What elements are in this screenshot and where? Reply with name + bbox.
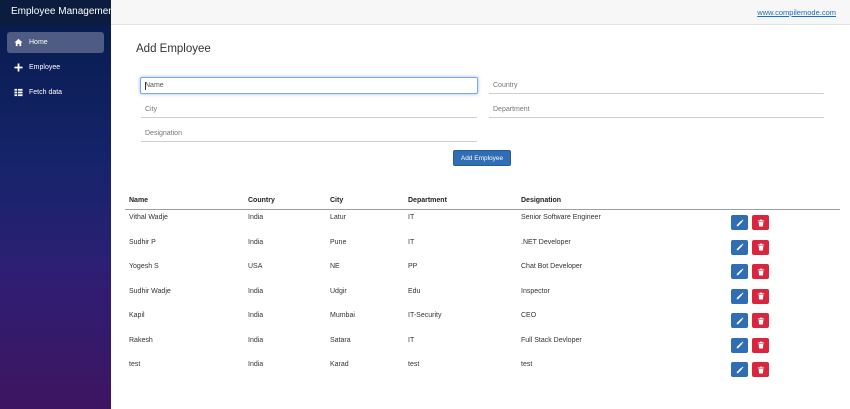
employee-table: Name Country City Department Designation… — [125, 195, 840, 382]
table-row: Kapil India Mumbai IT-Security CEO — [125, 308, 840, 333]
trash-icon — [757, 341, 764, 349]
pencil-icon — [736, 219, 743, 226]
edit-button[interactable] — [731, 362, 748, 377]
cell-designation: Full Stack Devloper — [521, 336, 582, 344]
site-link[interactable]: www.compilemode.com — [757, 8, 836, 17]
cell-name: Vithal Wadje — [129, 214, 168, 221]
table-row: Sudhir P India Pune IT .NET Developer — [125, 235, 840, 260]
cell-department: IT — [408, 336, 415, 344]
trash-icon — [757, 219, 764, 226]
cell-designation: Inspector — [521, 287, 550, 295]
cell-name: Kapil — [129, 312, 145, 319]
sidebar-item-label: Employee — [29, 64, 61, 71]
delete-button[interactable] — [752, 288, 769, 304]
country-input[interactable]: Country — [488, 77, 825, 94]
plus-icon — [13, 63, 23, 73]
table-body: Vithal Wadje India Latur IT Senior Softw… — [125, 210, 840, 382]
table-row: Vithal Wadje India Latur IT Senior Softw… — [125, 210, 840, 235]
header-city: City — [330, 197, 344, 204]
edit-button[interactable] — [731, 288, 748, 304]
cell-name: Rakesh — [129, 336, 153, 344]
cell-designation: .NET Developer — [521, 238, 571, 246]
cell-city: Mumbai — [330, 312, 355, 319]
cell-country: India — [248, 312, 264, 319]
sidebar: Employee Management Home Employee Fetch … — [0, 0, 117, 409]
pencil-icon — [736, 317, 743, 324]
name-input[interactable]: Name — [140, 77, 478, 94]
designation-input[interactable]: Designation — [140, 125, 478, 142]
sidebar-nav: Home Employee Fetch data — [0, 32, 111, 103]
cell-department: IT — [408, 238, 415, 246]
header-country: Country — [248, 197, 275, 204]
cell-country: India — [248, 238, 264, 246]
cell-designation: CEO — [521, 312, 537, 319]
header-name: Name — [129, 197, 149, 204]
sidebar-item-home[interactable]: Home — [7, 32, 104, 53]
sidebar-item-label: Fetch data — [29, 89, 63, 96]
city-input[interactable]: City — [140, 101, 478, 118]
cell-name: test — [129, 361, 141, 368]
cell-department: IT — [408, 214, 415, 221]
sidebar-item-fetch-data[interactable]: Fetch data — [7, 82, 104, 103]
edit-button[interactable] — [731, 239, 748, 255]
sidebar-item-label: Home — [29, 39, 48, 46]
delete-button[interactable] — [752, 362, 769, 377]
cell-designation: Chat Bot Developer — [521, 263, 583, 270]
brand-title[interactable]: Employee Management — [0, 0, 117, 25]
cell-country: India — [248, 287, 264, 295]
cell-country: India — [248, 214, 264, 221]
cell-city: Udgir — [330, 287, 347, 295]
cell-city: Satara — [330, 336, 351, 344]
edit-button[interactable] — [731, 337, 748, 353]
trash-icon — [757, 292, 764, 300]
table-row: Rakesh India Satara IT Full Stack Devlop… — [125, 333, 840, 358]
department-input[interactable]: Department — [488, 101, 825, 118]
cell-country: India — [248, 336, 264, 344]
table-row: Sudhir Wadje India Udgir Edu Inspector — [125, 284, 840, 309]
delete-button[interactable] — [752, 313, 769, 328]
cell-city: Pune — [330, 238, 347, 246]
cell-name: Yogesh S — [129, 263, 159, 270]
delete-button[interactable] — [752, 264, 769, 279]
table-row: test India Karad test test — [125, 357, 840, 382]
top-bar: www.compilemode.com — [111, 0, 850, 25]
cell-country: USA — [248, 263, 263, 270]
header-designation: Designation — [521, 197, 562, 204]
edit-button[interactable] — [731, 313, 748, 328]
trash-icon — [757, 317, 764, 324]
cell-department: IT-Security — [408, 312, 442, 319]
pencil-icon — [736, 243, 743, 251]
cell-city: Karad — [330, 361, 349, 368]
cell-department: Edu — [408, 287, 421, 295]
trash-icon — [757, 268, 764, 275]
cell-designation: test — [521, 361, 533, 368]
page-title: Add Employee — [136, 43, 211, 55]
table-header: Name Country City Department Designation — [125, 195, 840, 210]
cell-department: test — [408, 361, 420, 368]
pencil-icon — [736, 341, 743, 349]
cell-name: Sudhir P — [129, 238, 156, 246]
cell-designation: Senior Software Engineer — [521, 214, 601, 221]
cell-department: PP — [408, 263, 418, 270]
cell-name: Sudhir Wadje — [129, 287, 171, 295]
pencil-icon — [736, 268, 743, 275]
edit-button[interactable] — [731, 215, 748, 230]
cell-city: NE — [330, 263, 340, 270]
trash-icon — [757, 243, 764, 251]
sidebar-item-employee[interactable]: Employee — [7, 57, 104, 78]
add-employee-button[interactable]: Add Employee — [453, 150, 511, 166]
pencil-icon — [736, 292, 743, 300]
home-icon — [13, 38, 23, 48]
cell-country: India — [248, 361, 264, 368]
list-icon — [13, 88, 23, 98]
pencil-icon — [736, 366, 743, 373]
cell-city: Latur — [330, 214, 346, 221]
delete-button[interactable] — [752, 337, 769, 353]
delete-button[interactable] — [752, 239, 769, 255]
table-row: Yogesh S USA NE PP Chat Bot Developer — [125, 259, 840, 284]
edit-button[interactable] — [731, 264, 748, 279]
trash-icon — [757, 366, 764, 373]
header-department: Department — [408, 197, 447, 204]
delete-button[interactable] — [752, 215, 769, 230]
